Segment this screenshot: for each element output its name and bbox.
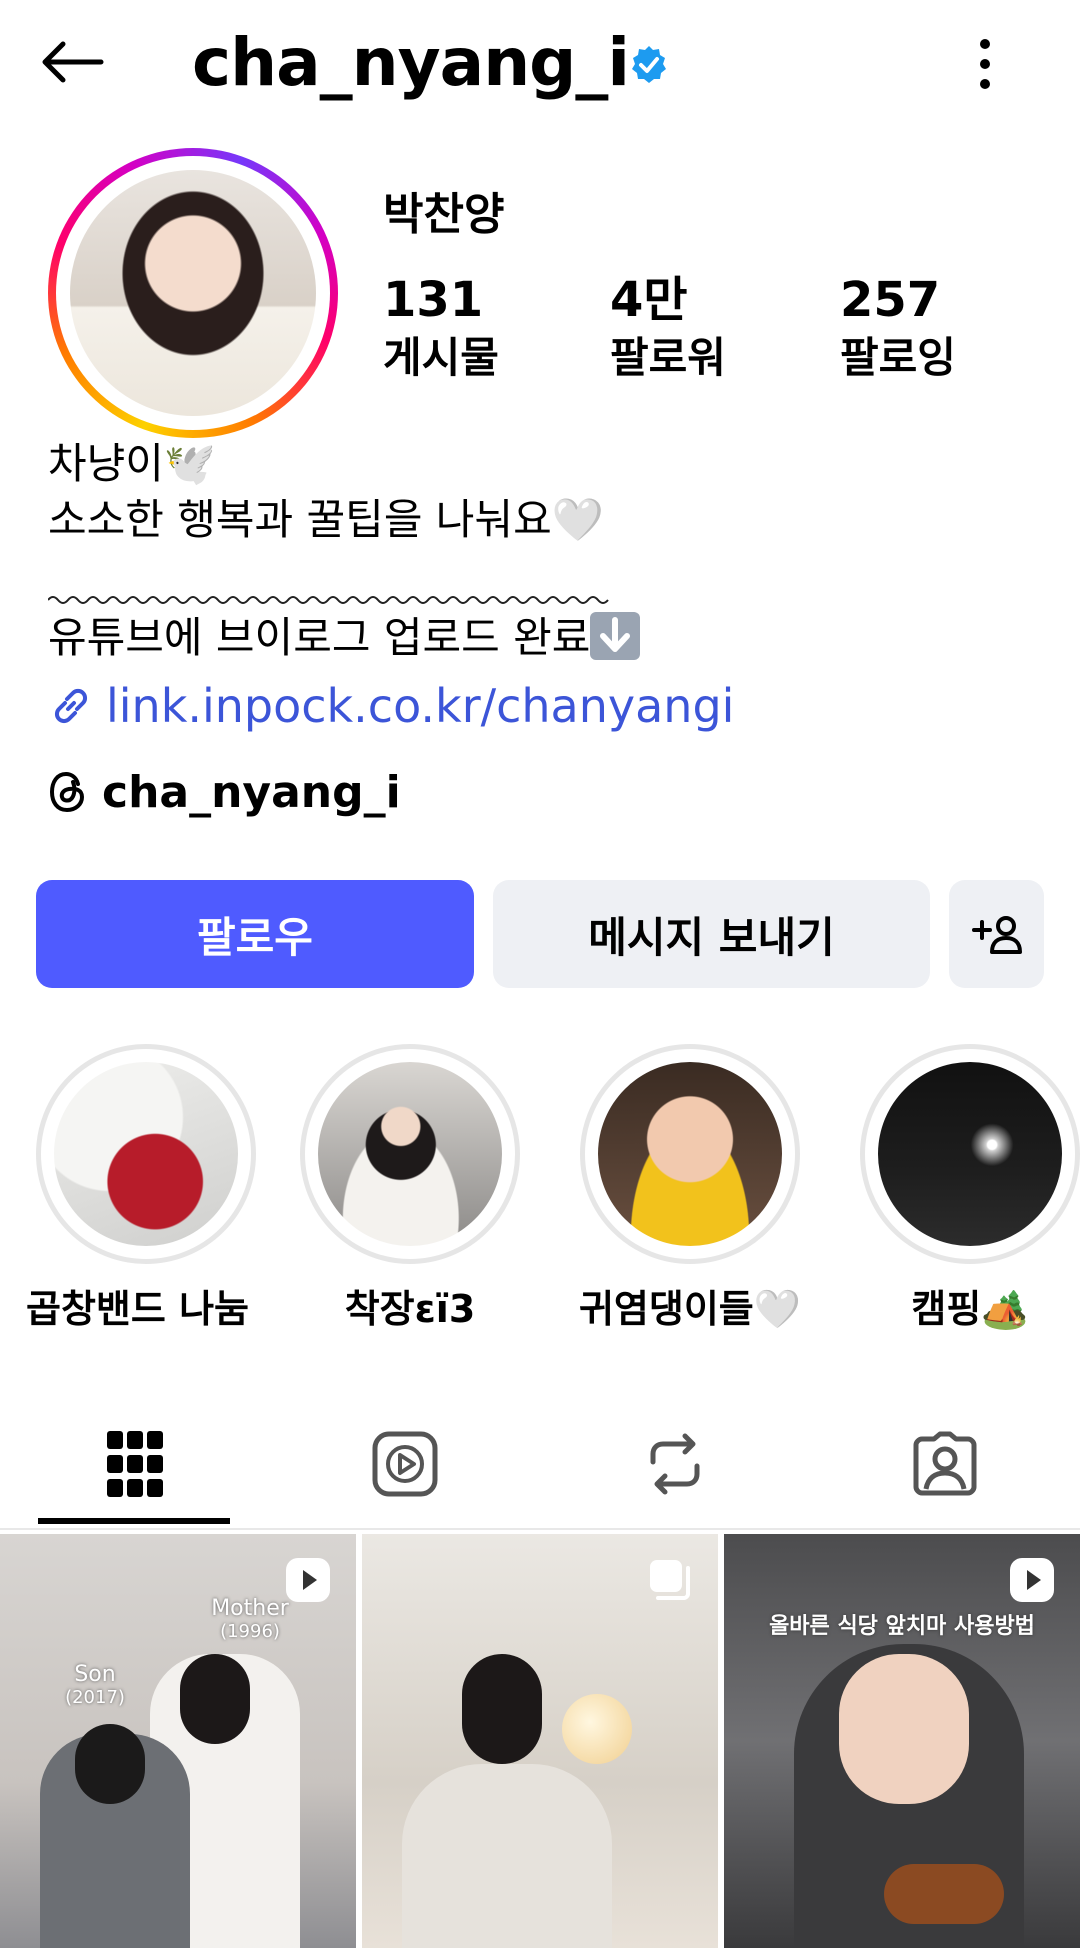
post-thumbnail[interactable]: Mother (1996) Son (2017) [0,1534,356,1948]
more-options-icon[interactable] [960,30,1010,98]
tab-tagged[interactable] [810,1400,1080,1528]
add-person-icon [971,916,1022,954]
profile-tabs [0,1400,1080,1530]
tagged-person-icon [913,1431,977,1496]
highlight-cover [598,1062,782,1246]
verified-badge-icon [628,44,670,86]
link-text: link.inpock.co.kr/chanyangi [106,679,735,733]
highlight-cover [54,1062,238,1246]
back-arrow-icon[interactable] [36,30,108,94]
bio-line: 유튜브에 브이로그 업로드 완료 [48,610,641,666]
reel-badge-icon [286,1558,330,1602]
post-thumbnail[interactable]: 올바른 식당 앞치마 사용방법 [724,1534,1080,1948]
username-title: cha_nyang_i [192,24,630,101]
repost-icon [650,1433,700,1495]
tab-posts[interactable] [0,1400,270,1528]
down-arrow-icon [590,612,641,660]
tab-reposts[interactable] [540,1400,810,1528]
bio-line: 차냥이🕊️ [48,439,217,488]
posts-grid: Mother (1996) Son (2017) 올바른 식당 앞치마 사용방법 [0,1534,1080,1948]
threads-icon [49,771,85,813]
grid-icon [107,1431,163,1497]
overlay-caption: 올바른 식당 앞치마 사용방법 [769,1614,1035,1639]
followers-count[interactable]: 4만 팔로워 [610,270,726,386]
threads-link[interactable]: cha_nyang_i [48,762,401,822]
story-highlight[interactable]: 캠핑🏕️ [850,1044,1080,1333]
avatar-image [70,170,316,416]
message-button[interactable]: 메시지 보내기 [493,880,930,988]
tab-reels[interactable] [270,1400,540,1528]
overlay-caption: Son (2017) [65,1662,125,1708]
profile-header: cha_nyang_i [0,0,1080,130]
highlight-cover [318,1062,502,1246]
posts-count[interactable]: 131 게시물 [383,270,499,386]
suggested-users-button[interactable] [949,880,1044,988]
story-highlight[interactable]: 곱창밴드 나눔 ... [26,1044,266,1333]
bio: 차냥이🕊️ 소소한 행복과 꿀팁을 나눠요🤍 [48,436,604,548]
bio-link[interactable]: link.inpock.co.kr/chanyangi [48,676,734,736]
highlight-label: 착장ɛï3 [344,1287,476,1331]
reel-badge-icon [1010,1558,1054,1602]
story-highlight[interactable]: 착장ɛï3 [290,1044,530,1333]
post-thumbnail[interactable] [362,1534,718,1948]
following-count[interactable]: 257 팔로잉 [840,270,956,386]
highlight-label: 곱창밴드 나눔 ... [26,1287,266,1331]
display-name: 박찬양 [383,189,505,240]
threads-handle: cha_nyang_i [102,766,401,818]
highlight-cover [878,1062,1062,1246]
story-highlight[interactable]: 귀염댕이들🤍 [570,1044,810,1333]
highlight-label: 귀염댕이들🤍 [578,1287,802,1331]
highlight-label: 캠핑🏕️ [911,1287,1029,1331]
carousel-badge-icon [650,1560,690,1600]
reels-icon [372,1431,438,1497]
wavy-divider [48,596,609,604]
follow-button[interactable]: 팔로우 [36,880,474,988]
profile-avatar[interactable] [48,148,338,438]
active-tab-indicator [38,1518,230,1524]
bio-line: 소소한 행복과 꿀팁을 나눠요🤍 [48,495,605,544]
link-icon [54,688,88,724]
